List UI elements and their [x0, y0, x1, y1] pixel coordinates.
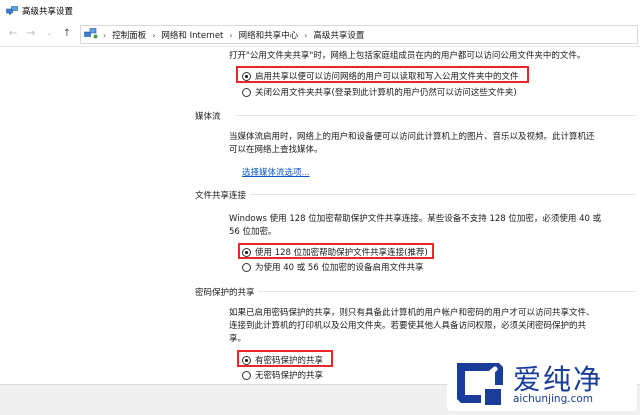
chevron-right-icon[interactable]: ›: [304, 31, 307, 40]
radio-selected-icon: [242, 355, 251, 365]
password-sharing-description: 享。: [229, 334, 247, 344]
address-bar[interactable]: › 控制面板 › 网络和 Internet › 网络和共享中心 › 高级共享设置: [80, 25, 638, 44]
chevron-right-icon[interactable]: ›: [103, 31, 106, 40]
network-icon: [6, 6, 18, 18]
watermark-text-en: aichunjing.com: [513, 393, 594, 405]
radio-encryption-40-56[interactable]: 为使用 40 或 56 位加密的设备启用文件共享: [242, 261, 423, 273]
breadcrumb-advanced-sharing[interactable]: 高级共享设置: [313, 29, 364, 41]
recent-pages-chevron-icon[interactable]: ⌄: [42, 26, 56, 40]
title-bar: 高级共享设置: [0, 0, 640, 20]
settings-content: 打开"公用文件夹共享"时，网络上包括家庭组成员在内的用户都可以访问公用文件夹中的…: [0, 47, 640, 383]
window-title: 高级共享设置: [22, 7, 74, 17]
forward-arrow-icon[interactable]: →: [24, 26, 38, 40]
media-streaming-description: 可以在网络上查找媒体。: [229, 145, 323, 155]
breadcrumb-network-internet[interactable]: 网络和 Internet: [161, 29, 223, 41]
radio-label: 关闭公用文件夹共享(登录到此计算机的用户仍然可以访问这些文件夹): [255, 88, 517, 98]
back-arrow-icon[interactable]: ←: [6, 26, 20, 40]
section-divider: [258, 291, 636, 292]
radio-unselected-icon: [242, 87, 251, 97]
radio-unselected-icon: [242, 262, 251, 272]
radio-label: 使用 128 位加密帮助保护文件共享连接(推荐): [255, 248, 428, 258]
password-sharing-description: 连接到此计算机的打印机以及公用文件夹。若要使其他人具备访问权限，必须关闭密码保护…: [229, 321, 587, 331]
media-streaming-options-link[interactable]: 选择媒体流选项...: [242, 166, 310, 178]
radio-unselected-icon: [242, 370, 251, 380]
section-divider: [250, 194, 636, 195]
brand-logo-icon: [457, 363, 503, 405]
up-arrow-icon[interactable]: ↑: [60, 26, 74, 40]
watermark-logo: 爱纯净 aichunjing.com: [447, 355, 637, 411]
radio-selected-icon: [242, 71, 251, 81]
breadcrumb-control-panel[interactable]: 控制面板: [112, 29, 146, 41]
radio-public-sharing-on[interactable]: 启用共享以便可以访问网络的用户可以读取和写入公用文件夹中的文件: [242, 70, 519, 82]
breadcrumb: › 控制面板 › 网络和 Internet › 网络和共享中心 › 高级共享设置: [103, 29, 364, 42]
radio-encryption-128[interactable]: 使用 128 位加密帮助保护文件共享连接(推荐): [242, 246, 428, 258]
radio-public-sharing-off[interactable]: 关闭公用文件夹共享(登录到此计算机的用户仍然可以访问这些文件夹): [242, 86, 517, 98]
password-sharing-description: 如果已启用密码保护的共享，则只有具备此计算机的用户帐户和密码的用户才可以访问共享…: [229, 308, 595, 318]
navigation-bar: ← → ⌄ ↑ › 控制面板 › 网络和 Internet › 网络和共享中心 …: [0, 22, 640, 47]
radio-label: 为使用 40 或 56 位加密的设备启用文件共享: [255, 263, 424, 273]
section-divider: [236, 115, 636, 116]
radio-password-off[interactable]: 无密码保护的共享: [242, 369, 323, 381]
watermark-text-cn: 爱纯净: [513, 363, 604, 396]
network-folder-icon: [84, 28, 98, 42]
password-sharing-heading: 密码保护的共享: [195, 288, 255, 298]
breadcrumb-network-sharing-center[interactable]: 网络和共享中心: [239, 29, 299, 41]
radio-label: 启用共享以便可以访问网络的用户可以读取和写入公用文件夹中的文件: [255, 72, 519, 82]
file-sharing-description: 56 位加密。: [229, 227, 277, 237]
radio-password-on[interactable]: 有密码保护的共享: [242, 354, 323, 366]
chevron-right-icon[interactable]: ›: [229, 31, 232, 40]
chevron-right-icon[interactable]: ›: [152, 31, 155, 40]
radio-label: 无密码保护的共享: [255, 371, 324, 381]
media-streaming-description: 当媒体流启用时，网络上的用户和设备便可以访问此计算机上的图片、音乐以及视频。此计…: [229, 132, 595, 142]
file-sharing-description: Windows 使用 128 位加密帮助保护文件共享连接。某些设备不支持 128…: [229, 214, 602, 224]
public-folder-description: 打开"公用文件夹共享"时，网络上包括家庭组成员在内的用户都可以访问公用文件夹中的…: [229, 51, 586, 61]
radio-label: 有密码保护的共享: [255, 356, 324, 366]
radio-selected-icon: [242, 247, 251, 257]
media-streaming-heading: 媒体流: [195, 112, 221, 122]
file-sharing-heading: 文件共享连接: [195, 191, 247, 201]
